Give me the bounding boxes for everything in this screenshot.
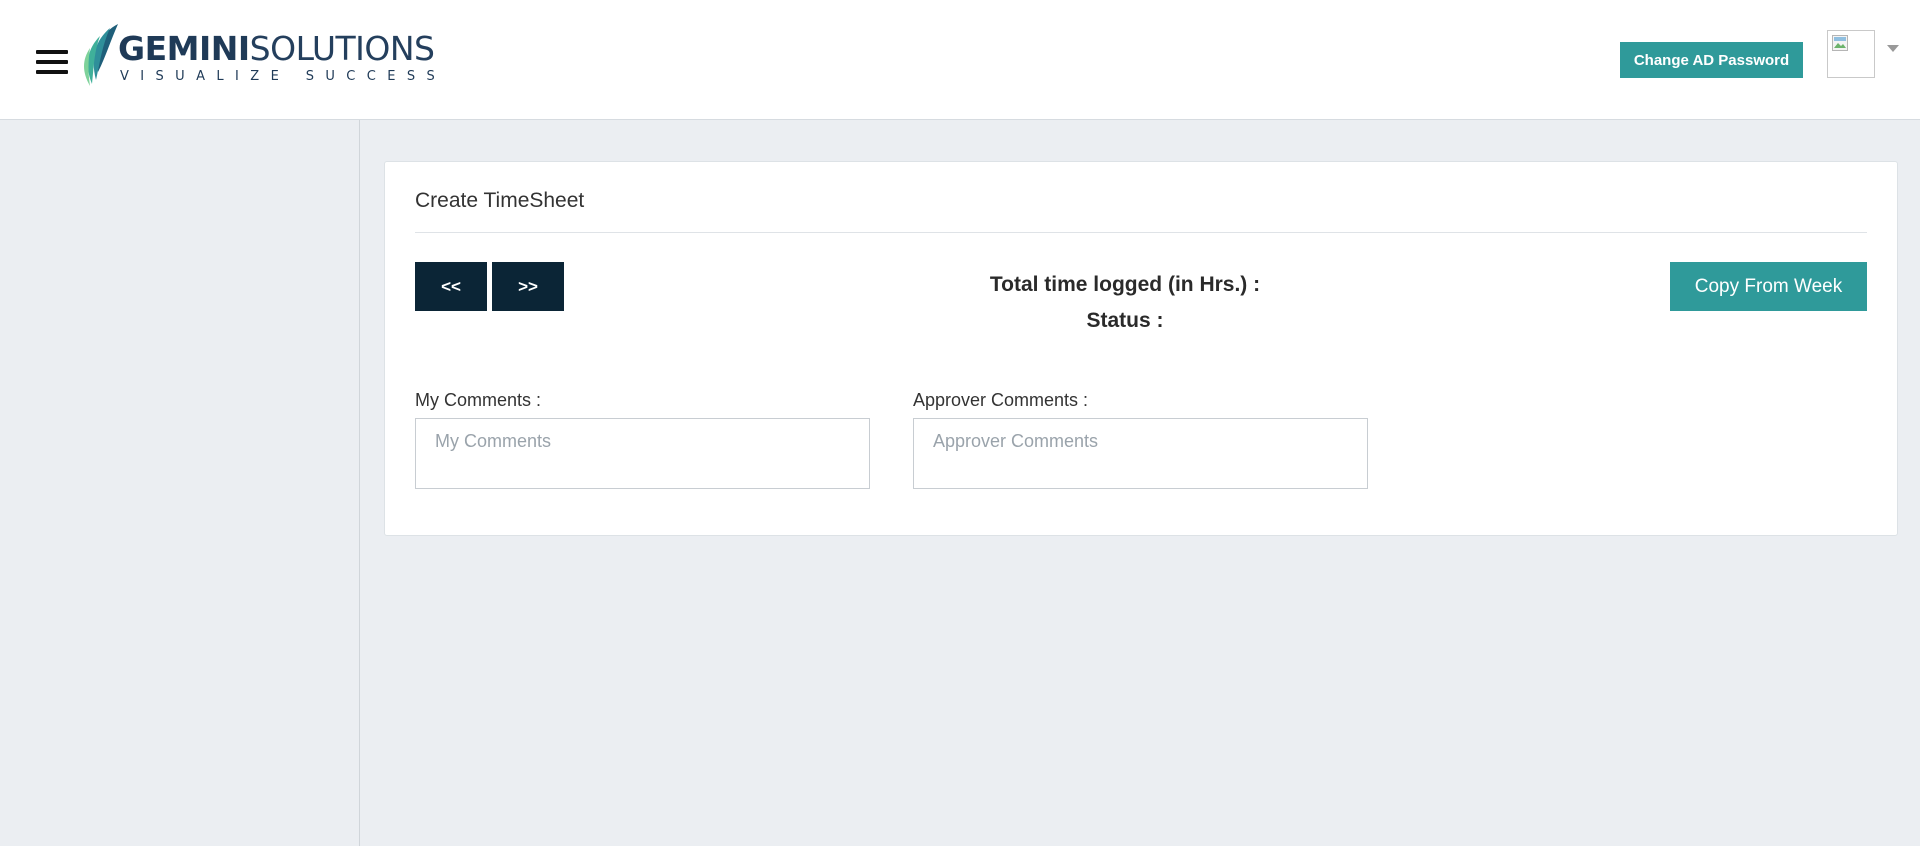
timesheet-summary: Total time logged (in Hrs.) : Status :	[885, 267, 1365, 339]
previous-week-button[interactable]: <<	[415, 262, 487, 311]
change-ad-password-button[interactable]: Change AD Password	[1620, 42, 1803, 78]
chevron-down-icon[interactable]	[1887, 45, 1899, 52]
user-avatar[interactable]	[1827, 30, 1875, 78]
brand-logo[interactable]: GEMINISOLUTIONS VISUALIZE SUCCESS	[80, 22, 435, 88]
brand-wordmark: GEMINISOLUTIONS	[118, 29, 435, 68]
copy-from-week-button[interactable]: Copy From Week	[1670, 262, 1867, 311]
total-time-logged-label: Total time logged (in Hrs.) :	[989, 273, 1261, 296]
approver-comments-input[interactable]	[913, 418, 1368, 489]
brand-tagline: VISUALIZE SUCCESS	[120, 69, 447, 84]
brand-name-bold: GEMINI	[118, 29, 250, 68]
my-comments-label: My Comments :	[415, 390, 542, 410]
next-week-button[interactable]: >>	[492, 262, 564, 311]
title-divider	[415, 232, 1867, 233]
approver-comments-label: Approver Comments :	[913, 390, 1089, 410]
top-header: GEMINISOLUTIONS VISUALIZE SUCCESS Change…	[0, 0, 1920, 120]
page-title: Create TimeSheet	[415, 189, 585, 212]
brand-name-light: SOLUTIONS	[249, 29, 435, 68]
sidebar	[0, 120, 360, 846]
my-comments-input[interactable]	[415, 418, 870, 489]
broken-image-icon	[1832, 35, 1848, 51]
timesheet-card: Create TimeSheet << >> Total time logged…	[384, 161, 1898, 536]
status-label: Status :	[1086, 309, 1164, 332]
hamburger-menu-icon[interactable]	[36, 50, 68, 76]
